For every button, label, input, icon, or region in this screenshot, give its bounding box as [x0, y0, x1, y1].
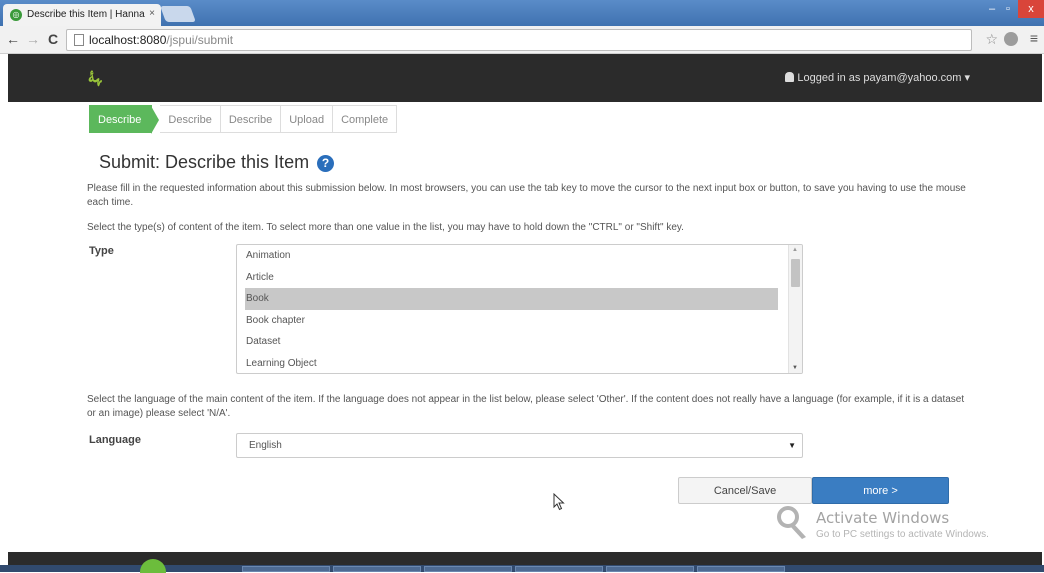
type-label: Type: [89, 245, 114, 257]
language-instructions: Select the language of the main content …: [87, 394, 965, 419]
key-icon: [777, 506, 806, 539]
site-favicon-icon: ◎: [10, 9, 22, 21]
site-logo[interactable]: ﮩﮥ: [88, 66, 102, 87]
browser-tab[interactable]: ◎ Describe this Item | Hanna ×: [3, 4, 161, 26]
type-option[interactable]: Dataset: [237, 331, 778, 353]
scroll-thumb[interactable]: [791, 259, 800, 287]
step-describe-1[interactable]: Describe: [89, 105, 160, 134]
scroll-up-icon[interactable]: ▲: [792, 247, 798, 253]
back-button[interactable]: ←: [4, 31, 22, 47]
reload-button[interactable]: C: [44, 31, 62, 47]
type-instructions: Select the type(s) of content of the ite…: [87, 222, 684, 233]
browser-toolbar: ← → C localhost:8080/jspui/submit ☆ ≡: [0, 26, 1044, 54]
user-icon: [785, 72, 795, 82]
step-upload[interactable]: Upload: [281, 105, 334, 133]
address-bar[interactable]: localhost:8080/jspui/submit: [66, 29, 972, 51]
window-maximize-button[interactable]: ▫: [1000, 0, 1016, 18]
tab-close-icon[interactable]: ×: [149, 8, 155, 19]
page-title-text: Submit: Describe this Item: [99, 152, 310, 172]
help-icon[interactable]: ?: [317, 155, 335, 172]
type-option[interactable]: Book chapter: [237, 310, 778, 332]
listbox-scrollbar[interactable]: ▲ ▼: [788, 245, 802, 373]
taskbar-item[interactable]: [333, 566, 421, 572]
type-listbox[interactable]: Animation Article Book Book chapter Data…: [236, 244, 803, 374]
tab-title: Describe this Item | Hanna: [27, 9, 145, 20]
url-host: localhost:8080: [89, 33, 167, 47]
type-option-selected[interactable]: Book: [245, 288, 778, 310]
taskbar-item[interactable]: [697, 566, 785, 572]
login-text: Logged in as payam@yahoo.com ▾: [797, 72, 970, 84]
user-menu[interactable]: Logged in as payam@yahoo.com ▾: [785, 71, 970, 84]
taskbar-item[interactable]: [515, 566, 603, 572]
cancel-save-button[interactable]: Cancel/Save: [678, 477, 812, 504]
browser-menu-icon[interactable]: ≡: [1030, 30, 1038, 46]
chevron-down-icon: ▼: [788, 441, 796, 450]
type-option[interactable]: Learning Object: [237, 353, 778, 374]
step-describe-2[interactable]: Describe: [160, 105, 221, 133]
bookmark-star-icon[interactable]: ☆: [985, 31, 998, 48]
scroll-down-icon[interactable]: ▼: [792, 365, 798, 371]
type-option[interactable]: Animation: [237, 245, 778, 267]
activation-watermark: Activate Windows Go to PC settings to ac…: [776, 505, 1036, 545]
browser-tabbar: ◎ Describe this Item | Hanna × – ▫ x: [0, 0, 1044, 26]
taskbar-item[interactable]: [606, 566, 694, 572]
new-tab-button[interactable]: [160, 6, 196, 22]
taskbar-item[interactable]: [242, 566, 330, 572]
window-minimize-button[interactable]: –: [984, 0, 1000, 18]
watermark-subtitle: Go to PC settings to activate Windows.: [816, 529, 989, 540]
language-label: Language: [89, 434, 141, 446]
taskbar-item[interactable]: [424, 566, 512, 572]
site-header: ﮩﮥ Logged in as payam@yahoo.com ▾: [8, 54, 1042, 102]
extension-icon[interactable]: [1004, 32, 1018, 46]
type-option[interactable]: Article: [237, 267, 778, 289]
submission-steps: Describe Describe Describe Upload Comple…: [89, 105, 398, 134]
language-select[interactable]: English ▼: [236, 433, 803, 458]
next-button[interactable]: more >: [812, 477, 949, 504]
intro-text: Please fill in the requested information…: [87, 183, 966, 208]
watermark-title: Activate Windows: [816, 509, 950, 527]
page-title: Submit: Describe this Item ?: [99, 152, 335, 173]
step-describe-3[interactable]: Describe: [220, 105, 282, 133]
language-value: English: [249, 440, 282, 451]
step-complete[interactable]: Complete: [333, 105, 398, 133]
url-path: /jspui/submit: [166, 33, 234, 47]
window-close-button[interactable]: x: [1018, 0, 1044, 18]
mouse-cursor-icon: [553, 492, 565, 516]
forward-button[interactable]: →: [24, 31, 42, 47]
page-icon: [74, 34, 84, 46]
